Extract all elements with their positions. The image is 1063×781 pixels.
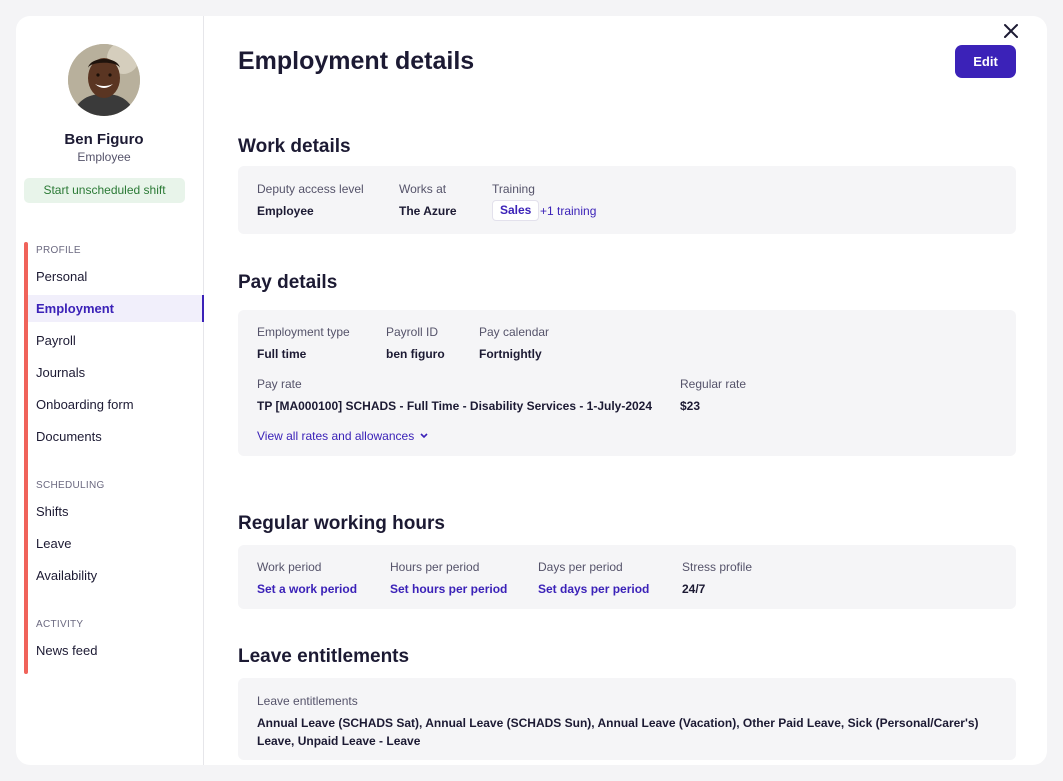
profile-name: Ben Figuro xyxy=(64,131,144,148)
regular-rate-label: Regular rate xyxy=(680,377,747,391)
sidebar-item-payroll[interactable]: Payroll xyxy=(28,327,204,354)
employment-type-value: Full time xyxy=(257,347,307,361)
profile-role: Employee xyxy=(77,150,131,164)
payroll-id-label: Payroll ID xyxy=(386,325,439,339)
leave-entitlements-label: Leave entitlements xyxy=(257,694,358,708)
pay-calendar-label: Pay calendar xyxy=(479,325,550,339)
pay-rate-value: TP [MA000100] SCHADS - Full Time - Disab… xyxy=(257,399,653,413)
nav-section-activity: ACTIVITY xyxy=(36,619,84,630)
working-hours-card: Work period Set a work period Hours per … xyxy=(238,545,1016,609)
nav-section-profile: PROFILE xyxy=(36,245,81,256)
set-days-per-period-link[interactable]: Set days per period xyxy=(538,582,649,596)
main-content: Employment details Edit Work details Dep… xyxy=(204,16,1047,765)
payroll-id-value: ben figuro xyxy=(386,347,445,361)
close-icon[interactable] xyxy=(1002,22,1020,40)
employment-type-label: Employment type xyxy=(257,325,350,339)
edit-button[interactable]: Edit xyxy=(955,45,1016,78)
days-per-period-label: Days per period xyxy=(538,560,623,574)
leave-entitlements-title: Leave entitlements xyxy=(238,646,410,667)
view-all-rates-label: View all rates and allowances xyxy=(257,429,415,443)
pay-details-card: Employment type Full time Payroll ID ben… xyxy=(238,310,1016,456)
employee-profile-modal: Ben Figuro Employee Start unscheduled sh… xyxy=(16,16,1047,765)
training-label: Training xyxy=(492,182,535,196)
sidebar-item-leave[interactable]: Leave xyxy=(28,530,204,557)
sidebar-item-employment[interactable]: Employment xyxy=(28,295,204,322)
sidebar-item-shifts[interactable]: Shifts xyxy=(28,498,204,525)
hours-per-period-label: Hours per period xyxy=(390,560,480,574)
pay-calendar-value: Fortnightly xyxy=(479,347,542,361)
access-level-value: Employee xyxy=(257,204,314,218)
stress-profile-label: Stress profile xyxy=(682,560,753,574)
stress-profile-value: 24/7 xyxy=(682,582,706,596)
chevron-down-icon xyxy=(419,433,428,439)
set-hours-per-period-link[interactable]: Set hours per period xyxy=(390,582,507,596)
start-unscheduled-shift-button[interactable]: Start unscheduled shift xyxy=(24,178,185,203)
work-period-label: Work period xyxy=(257,560,322,574)
training-chip-sales[interactable]: Sales xyxy=(492,200,540,221)
leave-entitlements-value: Annual Leave (SCHADS Sat), Annual Leave … xyxy=(257,716,979,748)
working-hours-title: Regular working hours xyxy=(238,513,445,534)
access-level-label: Deputy access level xyxy=(257,182,364,196)
nav-section-scheduling: SCHEDULING xyxy=(36,480,105,491)
work-details-title: Work details xyxy=(238,136,351,157)
sidebar-item-documents[interactable]: Documents xyxy=(28,423,204,450)
sidebar-item-journals[interactable]: Journals xyxy=(28,359,204,386)
work-details-card: Deputy access level Employee Works at Th… xyxy=(238,166,1016,234)
sidebar-item-personal[interactable]: Personal xyxy=(28,263,204,290)
view-all-rates-link[interactable]: View all rates and allowances xyxy=(257,429,428,443)
page-title: Employment details xyxy=(238,47,475,75)
set-work-period-link[interactable]: Set a work period xyxy=(257,582,357,596)
regular-rate-value: $23 xyxy=(680,399,701,413)
works-at-label: Works at xyxy=(399,182,447,196)
sidebar-item-availability[interactable]: Availability xyxy=(28,562,204,589)
sidebar-item-onboarding-form[interactable]: Onboarding form xyxy=(28,391,204,418)
works-at-value: The Azure xyxy=(399,204,457,218)
leave-entitlements-card: Leave entitlements Annual Leave (SCHADS … xyxy=(238,678,1016,760)
more-training-link[interactable]: +1 training xyxy=(540,204,596,218)
pay-details-title: Pay details xyxy=(238,272,338,293)
sidebar-item-news-feed[interactable]: News feed xyxy=(28,637,204,664)
pay-rate-label: Pay rate xyxy=(257,377,302,391)
avatar xyxy=(68,44,140,116)
sidebar: Ben Figuro Employee Start unscheduled sh… xyxy=(16,16,204,765)
avatar-image xyxy=(68,44,140,116)
